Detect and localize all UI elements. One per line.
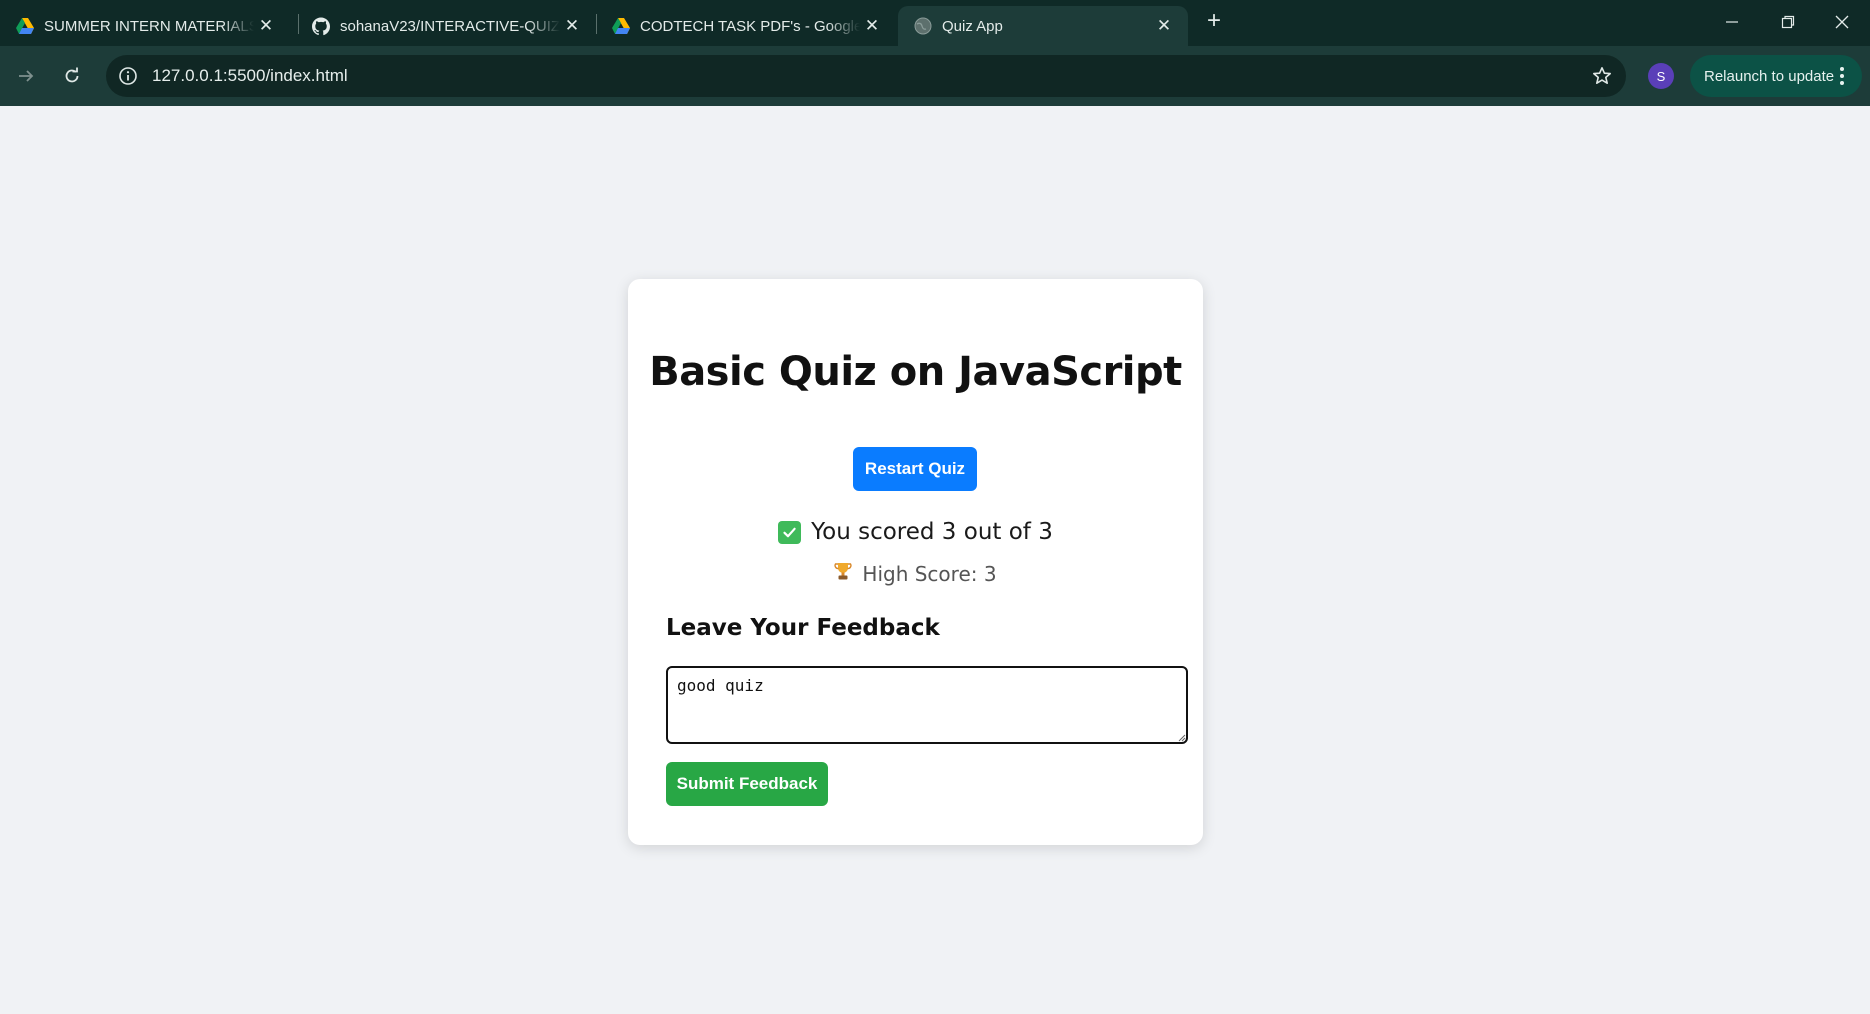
site-info-icon[interactable] xyxy=(116,64,140,88)
google-drive-icon xyxy=(612,17,630,35)
tab-codtech-task-pdfs[interactable]: CODTECH TASK PDF's - Google ✕ xyxy=(596,6,896,46)
score-result: You scored 3 out of 3 xyxy=(628,519,1203,545)
profile-avatar[interactable]: S xyxy=(1648,63,1674,89)
close-tab-icon[interactable]: ✕ xyxy=(560,14,584,38)
feedback-heading: Leave Your Feedback xyxy=(666,615,940,641)
close-tab-icon[interactable]: ✕ xyxy=(860,14,884,38)
address-bar[interactable]: 127.0.0.1:5500/index.html xyxy=(106,55,1626,97)
new-tab-button[interactable]: + xyxy=(1200,8,1228,36)
quiz-card: Basic Quiz on JavaScript Restart Quiz Yo… xyxy=(628,279,1203,845)
resize-handle-icon[interactable] xyxy=(1176,732,1186,742)
high-score: High Score: 3 xyxy=(628,561,1203,586)
submit-feedback-button[interactable]: Submit Feedback xyxy=(666,762,828,806)
close-window-icon[interactable] xyxy=(1814,0,1870,44)
relaunch-label: Relaunch to update xyxy=(1704,67,1835,85)
tab-title: SUMMER INTERN MATERIALS - xyxy=(44,17,254,35)
tab-github-interactive-quiz[interactable]: sohanaV23/INTERACTIVE-QUIZ ✕ xyxy=(296,6,596,46)
restore-window-icon[interactable] xyxy=(1760,0,1816,44)
google-drive-icon xyxy=(16,17,34,35)
reload-icon[interactable] xyxy=(56,60,88,92)
quiz-title: Basic Quiz on JavaScript xyxy=(649,349,1182,395)
check-mark-icon xyxy=(778,520,802,544)
bookmark-star-icon[interactable] xyxy=(1590,64,1614,88)
close-tab-icon[interactable]: ✕ xyxy=(1152,14,1176,38)
tab-title: Quiz App xyxy=(942,17,1003,35)
high-score-text: High Score: 3 xyxy=(862,561,997,586)
more-menu-icon[interactable] xyxy=(1832,64,1852,88)
restart-quiz-button[interactable]: Restart Quiz xyxy=(853,447,977,491)
score-text: You scored 3 out of 3 xyxy=(811,519,1053,545)
github-icon xyxy=(312,17,330,35)
minimize-window-icon[interactable] xyxy=(1704,0,1760,44)
globe-icon xyxy=(914,17,932,35)
tab-quiz-app[interactable]: Quiz App ✕ xyxy=(898,6,1188,46)
trophy-icon xyxy=(834,561,853,586)
feedback-textarea[interactable]: good quiz xyxy=(666,666,1188,744)
browser-toolbar: 127.0.0.1:5500/index.html S Relaunch to … xyxy=(0,46,1870,106)
forward-icon[interactable] xyxy=(10,60,42,92)
close-tab-icon[interactable]: ✕ xyxy=(254,14,278,38)
tab-title: sohanaV23/INTERACTIVE-QUIZ xyxy=(340,17,560,35)
url-text: 127.0.0.1:5500/index.html xyxy=(152,66,348,85)
tab-summer-intern-materials[interactable]: SUMMER INTERN MATERIALS - ✕ xyxy=(0,6,290,46)
tab-title: CODTECH TASK PDF's - Google xyxy=(640,17,860,35)
relaunch-to-update-button[interactable]: Relaunch to update xyxy=(1690,55,1862,97)
browser-tab-strip: SUMMER INTERN MATERIALS - ✕ sohanaV23/IN… xyxy=(0,0,1870,46)
